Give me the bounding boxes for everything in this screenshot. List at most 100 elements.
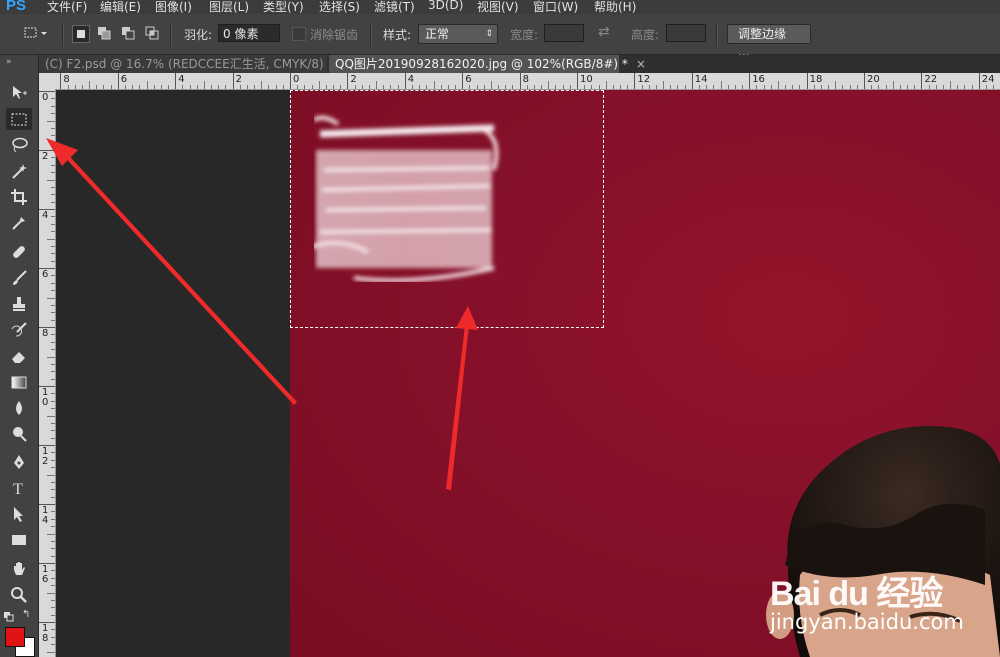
- ruler-minor-tick: [51, 164, 55, 166]
- menu-file[interactable]: 文件(F): [47, 0, 87, 14]
- menu-view[interactable]: 视图(V): [477, 0, 519, 14]
- ruler-minor-tick: [383, 85, 385, 89]
- gradient-tool-icon[interactable]: [6, 371, 32, 393]
- ruler-minor-tick: [964, 85, 966, 89]
- ruler-minor-tick: [785, 85, 787, 89]
- ruler-major-tick: [691, 73, 693, 89]
- menu-edit[interactable]: 编辑(E): [100, 0, 141, 14]
- healing-brush-tool-icon[interactable]: [6, 241, 32, 263]
- ruler-minor-tick: [627, 85, 629, 89]
- menu-type[interactable]: 类型(Y): [263, 0, 304, 14]
- default-colors-icon[interactable]: [4, 611, 14, 622]
- width-input[interactable]: [544, 24, 584, 42]
- path-selection-tool-icon[interactable]: [6, 503, 32, 525]
- ruler-minor-tick: [971, 85, 973, 89]
- menu-layer[interactable]: 图层(L): [209, 0, 249, 14]
- ruler-major-tick: [634, 73, 636, 89]
- ruler-minor-tick: [51, 452, 55, 454]
- tab-f2-psd[interactable]: (C) F2.psd @ 16.7% (REDCCEE汇生活, CMYK/8)×: [39, 55, 342, 73]
- ruler-minor-tick: [397, 85, 399, 89]
- ruler-major-tick: [519, 73, 521, 89]
- ruler-major-tick: [39, 150, 55, 151]
- ruler-minor-tick: [311, 85, 313, 89]
- ruler-minor-tick: [81, 85, 83, 89]
- marquee-preset-icon[interactable]: [24, 25, 47, 41]
- ruler-tick-label: 6: [42, 269, 49, 280]
- feather-input[interactable]: 0 像素: [218, 24, 280, 42]
- ruler-minor-tick: [51, 216, 55, 218]
- ruler-minor-tick: [297, 85, 299, 89]
- type-tool-icon[interactable]: T: [6, 477, 32, 499]
- ruler-minor-tick: [770, 85, 772, 89]
- ruler-minor-tick: [153, 85, 155, 89]
- add-selection-icon[interactable]: [96, 25, 112, 41]
- eraser-tool-icon[interactable]: [6, 345, 32, 367]
- intersect-selection-icon[interactable]: [144, 25, 160, 41]
- marquee-selection[interactable]: [290, 90, 604, 328]
- ruler-tick-label: 0: [293, 74, 300, 85]
- pen-tool-icon[interactable]: [6, 451, 32, 473]
- refine-edge-button[interactable]: 调整边缘 ...: [727, 24, 811, 59]
- menu-3d[interactable]: 3D(D): [428, 0, 463, 12]
- menu-select[interactable]: 选择(S): [319, 0, 360, 14]
- ruler-minor-tick: [899, 85, 901, 89]
- hand-tool-icon[interactable]: [6, 558, 32, 580]
- ruler-major-tick: [347, 73, 349, 89]
- antialias-checkbox[interactable]: [292, 27, 306, 41]
- swap-icon[interactable]: ⇄: [598, 24, 610, 40]
- ruler-tick-label: 4: [407, 74, 415, 85]
- height-input[interactable]: [666, 24, 706, 42]
- menu-image[interactable]: 图像(I): [155, 0, 192, 14]
- eyedropper-tool-icon[interactable]: [6, 212, 32, 234]
- close-icon[interactable]: ×: [636, 57, 646, 71]
- magic-wand-tool-icon[interactable]: [6, 160, 32, 182]
- ruler-minor-tick: [555, 85, 557, 89]
- style-select[interactable]: 正常 ⇕: [418, 24, 498, 44]
- rectangle-tool-icon[interactable]: [6, 529, 32, 551]
- ruler-minor-tick: [742, 85, 744, 89]
- move-tool-icon[interactable]: [6, 82, 32, 104]
- ruler-minor-tick: [763, 85, 765, 89]
- clone-stamp-tool-icon[interactable]: [6, 293, 32, 315]
- ruler-minor-tick: [612, 85, 614, 89]
- ruler-minor-tick: [51, 194, 55, 196]
- svg-text:T: T: [13, 481, 23, 497]
- menu-help[interactable]: 帮助(H): [594, 0, 636, 14]
- ruler-minor-tick: [51, 430, 55, 432]
- ruler-minor-tick: [935, 85, 937, 89]
- lasso-tool-icon[interactable]: [6, 134, 32, 156]
- ruler-major-tick: [806, 73, 808, 89]
- ruler-minor-tick: [47, 474, 55, 476]
- ruler-major-tick: [39, 268, 55, 269]
- new-selection-icon[interactable]: [72, 25, 90, 43]
- blur-tool-icon[interactable]: [6, 397, 32, 419]
- menu-window[interactable]: 窗口(W): [533, 0, 578, 14]
- ruler-minor-tick: [51, 260, 55, 262]
- ruler-minor-tick: [211, 85, 213, 89]
- collapse-icon[interactable]: »: [6, 57, 12, 67]
- ruler-minor-tick: [490, 81, 492, 89]
- rectangular-marquee-tool-icon[interactable]: [6, 108, 32, 130]
- ruler-minor-tick: [51, 489, 55, 491]
- ruler-minor-tick: [189, 85, 191, 89]
- dodge-tool-icon[interactable]: [6, 423, 32, 445]
- ruler-minor-tick: [993, 85, 995, 89]
- ruler-minor-tick: [47, 179, 55, 181]
- zoom-tool-icon[interactable]: [6, 584, 32, 606]
- ruler-minor-tick: [124, 85, 126, 89]
- ruler-minor-tick: [51, 201, 55, 203]
- ruler-minor-tick: [51, 142, 55, 144]
- ruler-minor-tick: [51, 467, 55, 469]
- ruler-minor-tick: [51, 334, 55, 336]
- ruler-tick-label: 20: [867, 74, 880, 85]
- swap-colors-icon[interactable]: ↰: [22, 609, 30, 620]
- tab-qq-image[interactable]: QQ图片20190928162020.jpg @ 102%(RGB/8#) * ×: [329, 55, 646, 73]
- menu-filter[interactable]: 滤镜(T): [374, 0, 415, 14]
- crop-tool-icon[interactable]: [6, 186, 32, 208]
- brush-tool-icon[interactable]: [6, 267, 32, 289]
- ruler-tick-label: 6: [120, 74, 128, 85]
- foreground-color-front[interactable]: [5, 627, 25, 647]
- ruler-minor-tick: [51, 577, 55, 579]
- history-brush-tool-icon[interactable]: [6, 319, 32, 341]
- subtract-selection-icon[interactable]: [120, 25, 136, 41]
